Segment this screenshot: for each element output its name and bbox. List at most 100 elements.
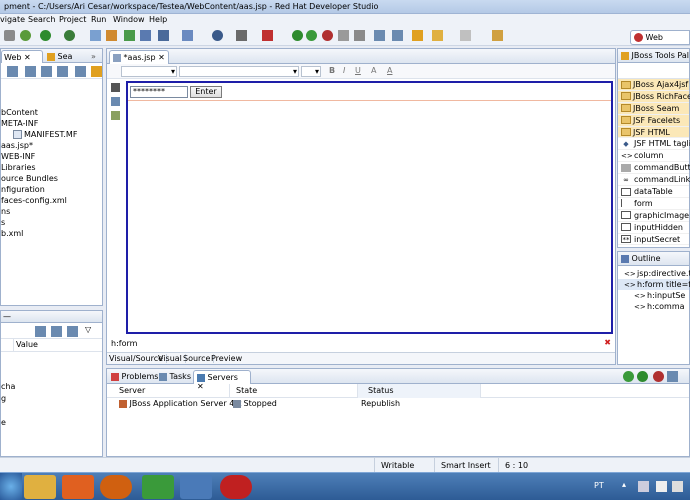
tab-web-projects[interactable]: Web ✕ — [1, 50, 43, 63]
start-server-icon[interactable] — [292, 30, 303, 41]
palette-item-datatable[interactable]: dataTable — [618, 186, 689, 198]
prev-annotation-icon[interactable] — [374, 30, 385, 41]
view-menu-icon[interactable]: » — [91, 52, 96, 61]
font-size-select[interactable]: ▾ — [301, 66, 321, 77]
open-type-icon[interactable] — [106, 30, 117, 41]
stop-server-icon[interactable] — [653, 371, 664, 382]
pin-icon[interactable] — [492, 30, 503, 41]
tab-preview[interactable]: Preview — [211, 354, 242, 363]
minimize-icon[interactable]: — — [3, 312, 11, 321]
tree-item-libraries[interactable]: Libraries — [1, 162, 102, 173]
column-state[interactable]: State — [229, 384, 257, 398]
tree-item-configuration[interactable]: nfiguration — [1, 184, 102, 195]
tab-servers[interactable]: Servers ✕ — [193, 370, 251, 391]
tree-item-manifest[interactable]: MANIFEST.MF — [1, 129, 102, 140]
server-row[interactable]: JBoss Application Server 4.2 Stopped Rep… — [107, 398, 689, 411]
language-indicator[interactable]: PT — [594, 481, 604, 490]
forward-icon[interactable] — [460, 30, 471, 41]
tab-aas-jsp[interactable]: *aas.jsp ✕ — [109, 50, 169, 64]
column-status[interactable]: Status — [357, 384, 481, 398]
menu-window[interactable]: Window — [113, 15, 145, 24]
start-button[interactable] — [0, 473, 22, 500]
collapse-all-icon[interactable] — [7, 66, 18, 77]
tab-source[interactable]: Source — [183, 354, 215, 363]
open-icon[interactable] — [158, 30, 169, 41]
publish-icon[interactable] — [338, 30, 349, 41]
tree-item-aas-jsp[interactable]: aas.jsp* — [1, 140, 102, 151]
menu-project[interactable]: Project — [59, 15, 86, 24]
sync-icon[interactable] — [57, 66, 68, 77]
italic-icon[interactable]: I — [343, 66, 345, 75]
close-icon[interactable]: ✖ — [604, 338, 611, 347]
tree-item-beans[interactable]: ns — [1, 206, 102, 217]
view-menu-icon[interactable]: ▽ — [85, 325, 91, 334]
palette-item-commandlink[interactable]: ∞ commandLink — [618, 174, 690, 187]
property-row[interactable]: cha — [1, 382, 15, 391]
tab-visual[interactable]: Visual — [158, 354, 186, 363]
external-tools-icon[interactable] — [64, 30, 75, 41]
menu-search[interactable]: Search — [28, 15, 55, 24]
start-server-icon[interactable] — [637, 371, 648, 382]
perspective-web[interactable]: Web — [630, 30, 690, 45]
palette-group-seam[interactable]: JBoss Seam — [618, 102, 689, 115]
refresh-view-icon[interactable] — [111, 97, 120, 106]
restore-default-icon[interactable] — [67, 326, 78, 337]
tree-item-webcontent[interactable]: bContent — [1, 107, 102, 118]
search-icon[interactable] — [182, 30, 193, 41]
debug-icon[interactable] — [20, 30, 31, 41]
publish-icon[interactable] — [667, 371, 678, 382]
outline-node[interactable]: <>h:comma — [618, 301, 689, 312]
new-project-icon[interactable] — [90, 30, 101, 41]
palette-tab[interactable]: JBoss Tools Palett — [618, 49, 689, 63]
tools-icon[interactable] — [111, 83, 120, 92]
stop-server-icon[interactable] — [322, 30, 333, 41]
media-player-taskbar-icon[interactable] — [62, 475, 94, 499]
messenger-taskbar-icon[interactable] — [142, 475, 174, 499]
column-server[interactable]: Server — [119, 386, 145, 395]
tree-item-meta-inf[interactable]: META-INF — [1, 118, 102, 129]
palette-group-jsf-html[interactable]: JSF HTML — [618, 126, 689, 139]
tree-item-views[interactable]: s — [1, 217, 102, 228]
tab-problems[interactable]: Problems — [111, 372, 158, 381]
tree-item-web-inf[interactable]: WEB-INF — [1, 151, 102, 162]
next-annotation-icon[interactable] — [392, 30, 403, 41]
tab-search[interactable]: Sea — [47, 52, 72, 61]
server-icon[interactable] — [262, 30, 273, 41]
outline-tab[interactable]: Outline — [618, 252, 689, 266]
debug-server-icon[interactable] — [623, 371, 634, 382]
property-row[interactable]: e — [1, 418, 6, 427]
palette-item-inputsecret[interactable]: ** inputSecret — [618, 234, 689, 246]
palette-item-commandbutton[interactable]: commandButton — [618, 162, 690, 175]
build-icon[interactable] — [4, 30, 15, 41]
palette-group-ajax4jsf[interactable]: JBoss Ajax4jsf — [618, 79, 689, 91]
devstudio-taskbar-icon[interactable] — [220, 475, 252, 499]
categories-icon[interactable] — [35, 326, 46, 337]
menu-run[interactable]: Run — [91, 15, 106, 24]
palette-item-column[interactable]: <>column — [618, 150, 689, 163]
paragraph-format-select[interactable]: ▾ — [121, 66, 177, 77]
font-color-icon[interactable]: A — [371, 66, 376, 75]
settings-icon[interactable] — [91, 66, 102, 77]
window-taskbar-icon[interactable] — [180, 475, 212, 499]
tree-item-web-xml[interactable]: b.xml — [1, 228, 102, 239]
palette-item-form[interactable]: form — [618, 198, 689, 210]
visual-canvas[interactable]: ******** Enter — [126, 81, 613, 334]
palette-group-richfaces[interactable]: JBoss RichFaces — [618, 90, 690, 103]
clean-icon[interactable] — [354, 30, 365, 41]
globe-icon[interactable] — [212, 30, 223, 41]
bold-icon[interactable]: B — [329, 66, 335, 75]
menu-navigate[interactable]: vigate — [0, 15, 25, 24]
refresh-tree-icon[interactable] — [75, 66, 86, 77]
tree-item-resource-bundles[interactable]: ource Bundles — [1, 173, 102, 184]
outline-node[interactable]: <>h:form title=f — [618, 279, 690, 290]
tray-arrow-icon[interactable]: ▴ — [622, 480, 626, 489]
palette-group-facelets[interactable]: JSF Facelets — [618, 114, 689, 127]
refresh-icon[interactable] — [124, 30, 135, 41]
network-icon[interactable] — [638, 481, 649, 492]
advanced-icon[interactable] — [51, 326, 62, 337]
tab-tasks[interactable]: Tasks — [159, 372, 191, 381]
password-input[interactable]: ******** — [130, 86, 188, 98]
firefox-taskbar-icon[interactable] — [100, 475, 132, 499]
text-style-icon[interactable]: A — [387, 66, 392, 75]
window-icon[interactable] — [236, 30, 247, 41]
